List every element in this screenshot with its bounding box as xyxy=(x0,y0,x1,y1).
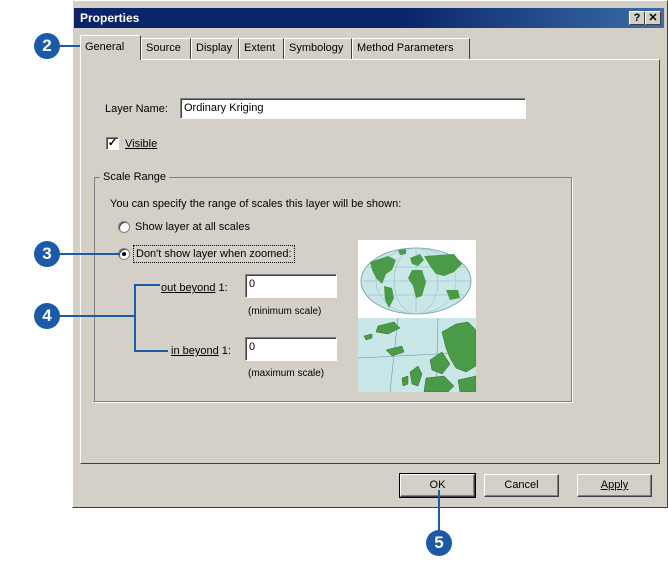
tab-display[interactable]: Display xyxy=(191,38,239,59)
tab-label: Display xyxy=(196,42,233,54)
cancel-button[interactable]: Cancel xyxy=(484,474,559,497)
callout-2: 2 xyxy=(34,33,60,59)
tab-source[interactable]: Source xyxy=(141,38,191,59)
callout-4: 4 xyxy=(34,303,60,329)
layer-name-label: Layer Name: xyxy=(105,103,168,115)
scale-illustration xyxy=(358,240,476,392)
world-map-illustration xyxy=(358,240,476,392)
tab-general[interactable]: General xyxy=(80,35,141,60)
callout-5-line xyxy=(438,490,440,534)
tab-label: General xyxy=(85,41,125,53)
radio-dont-show-label: Don't show layer when zoomed: xyxy=(133,245,295,263)
callout-4-bracket-top xyxy=(134,284,160,286)
title-bar[interactable] xyxy=(74,8,664,28)
out-beyond-input[interactable]: 0 xyxy=(245,274,337,298)
help-button[interactable]: ? xyxy=(629,11,645,25)
callout-5: 5 xyxy=(426,530,452,556)
apply-label: Apply xyxy=(600,479,629,491)
radio-show-all-label: Show layer at all scales xyxy=(135,221,250,233)
maximum-scale-hint: (maximum scale) xyxy=(248,368,325,379)
minimum-scale-hint: (minimum scale) xyxy=(248,306,322,317)
visible-checkbox[interactable]: ✓ xyxy=(106,137,119,150)
tab-label: Extent xyxy=(244,42,276,54)
ratio-label: 1: xyxy=(221,345,231,357)
in-beyond-input[interactable]: 0 xyxy=(245,337,337,361)
ratio-label: 1: xyxy=(218,282,228,294)
visible-label: Visible xyxy=(125,138,158,150)
tab-symbology[interactable]: Symbology xyxy=(284,38,352,59)
tab-method-parameters[interactable]: Method Parameters xyxy=(352,38,470,59)
close-button[interactable]: ✕ xyxy=(645,11,661,25)
scale-range-description: You can specify the range of scales this… xyxy=(110,198,402,210)
window-title: Properties xyxy=(80,11,140,25)
radio-selected-dot xyxy=(122,252,126,256)
callout-4-bracket xyxy=(134,284,136,352)
tab-label: Symbology xyxy=(289,42,344,54)
tab-label: Method Parameters xyxy=(357,42,454,54)
tab-extent[interactable]: Extent xyxy=(239,38,284,59)
callout-3-line xyxy=(56,253,120,255)
out-beyond-text: out beyond xyxy=(161,282,216,294)
out-beyond-label: out beyond 1: xyxy=(161,280,228,296)
apply-button[interactable]: Apply xyxy=(577,474,652,497)
radio-show-all-scales[interactable] xyxy=(118,221,130,233)
callout-4-line xyxy=(56,315,136,317)
layer-name-input[interactable]: Ordinary Kriging xyxy=(180,98,526,119)
in-beyond-text: in beyond xyxy=(171,345,219,357)
scale-range-legend: Scale Range xyxy=(100,169,169,185)
callout-3: 3 xyxy=(34,241,60,267)
tab-label: Source xyxy=(146,42,181,54)
callout-4-bracket-bottom xyxy=(134,350,168,352)
in-beyond-label: in beyond 1: xyxy=(171,343,231,359)
